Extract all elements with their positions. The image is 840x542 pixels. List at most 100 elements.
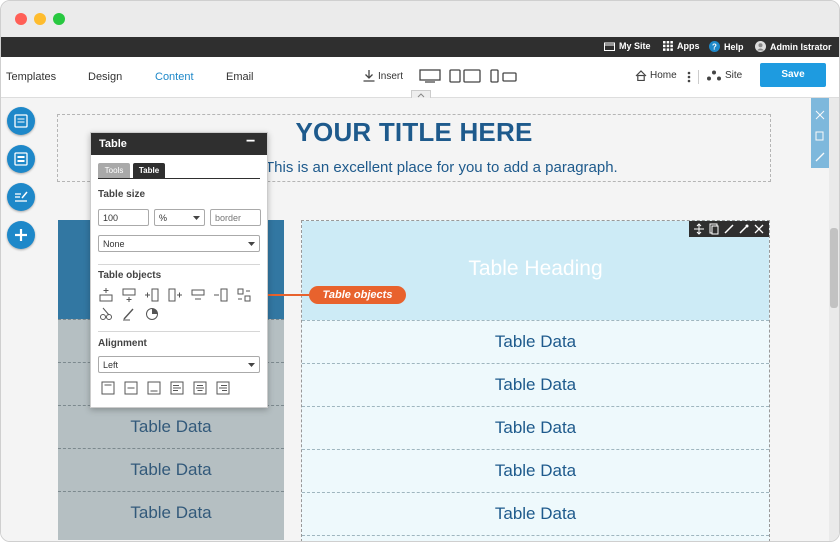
site-menu[interactable]: Site [707, 70, 742, 81]
calendar-icon [604, 42, 615, 51]
tab-templates[interactable]: Templates [6, 71, 56, 83]
svg-text:?: ? [712, 43, 717, 52]
panel-collapse-button[interactable]: − [246, 133, 255, 151]
scrollbar-thumb[interactable] [830, 228, 838, 308]
section-controls [811, 98, 829, 168]
copy-icon[interactable] [815, 131, 825, 141]
help-label: Help [724, 41, 744, 52]
pages-button[interactable] [7, 145, 35, 173]
magic-wand-icon[interactable] [738, 223, 750, 235]
align-center-icon[interactable] [193, 381, 207, 395]
insert-row-above-icon[interactable] [99, 288, 113, 302]
sitemap-icon [707, 70, 721, 81]
edit-icon[interactable] [815, 152, 825, 162]
table-right: Table Heading Table Data Table Data Tabl… [301, 220, 770, 541]
unit-value: % [159, 213, 168, 223]
app-window: My Site Apps ? Help Admin Istrator Templ… [0, 0, 840, 542]
align-top-icon[interactable] [101, 381, 115, 395]
chevron-down-icon [248, 363, 255, 367]
home-label: Home [650, 70, 677, 81]
maximize-window-button[interactable] [53, 13, 65, 25]
table-cell[interactable] [302, 535, 769, 541]
table-properties-panel: Table − Tools Table Table size 100 % bor… [90, 132, 268, 408]
delete-column-icon[interactable] [214, 288, 228, 302]
table-size-label: Table size [98, 189, 146, 200]
insert-column-right-icon[interactable] [168, 288, 182, 302]
edit-content-button[interactable] [7, 183, 35, 211]
site-label: Site [725, 70, 743, 81]
edit-list-icon [15, 191, 28, 202]
pages-icon [14, 152, 28, 166]
divider [98, 331, 260, 332]
insert-column-left-icon[interactable] [145, 288, 159, 302]
copy-icon[interactable] [708, 223, 720, 235]
save-button[interactable]: Save [760, 63, 826, 87]
apps-label: Apps [677, 41, 700, 51]
divider [98, 264, 260, 265]
table-toolbar [689, 221, 769, 237]
layout-icon [14, 114, 28, 128]
close-window-button[interactable] [15, 13, 27, 25]
table-cell[interactable]: Table Data [302, 406, 769, 449]
table-cell[interactable]: Table Data [302, 449, 769, 492]
align-left-icon[interactable] [170, 381, 184, 395]
user-menu[interactable]: Admin Istrator [755, 41, 832, 52]
my-site-label: My Site [619, 41, 651, 51]
home-icon [635, 70, 647, 81]
home-page-select[interactable]: Home [635, 70, 677, 81]
table-cell[interactable]: Table Data [302, 363, 769, 406]
layout-button[interactable] [7, 107, 35, 135]
move-icon[interactable] [693, 223, 705, 235]
edit-icon[interactable] [723, 223, 735, 235]
close-icon[interactable] [753, 223, 765, 235]
tab-table[interactable]: Table [133, 163, 165, 178]
admin-topbar: My Site Apps ? Help Admin Istrator [1, 37, 839, 57]
minimize-window-button[interactable] [34, 13, 46, 25]
download-icon [363, 70, 375, 82]
apps-grid-icon [663, 41, 673, 51]
border-style-value: None [103, 239, 125, 249]
chevron-down-icon [193, 216, 200, 220]
my-site-link[interactable]: My Site [604, 41, 651, 51]
table-objects-callout: Table objects [309, 286, 406, 304]
align-middle-icon[interactable] [124, 381, 138, 395]
table-cell[interactable]: Table Data [302, 492, 769, 535]
table-cell[interactable]: Table Data [302, 320, 769, 363]
editor-navbar: Templates Design Content Email Insert Ho… [1, 57, 839, 99]
tab-design[interactable]: Design [88, 71, 122, 83]
tab-tools[interactable]: Tools [98, 163, 130, 178]
align-right-icon[interactable] [216, 381, 230, 395]
help-link[interactable]: ? Help [709, 41, 744, 52]
window-titlebar [1, 1, 839, 37]
cell-style-icon[interactable] [122, 307, 136, 321]
border-input[interactable]: border [210, 209, 261, 226]
cell-color-icon[interactable] [145, 307, 159, 321]
more-vertical-icon[interactable] [687, 71, 691, 83]
alignment-value: Left [103, 360, 119, 370]
border-style-select[interactable]: None [98, 235, 260, 252]
avatar [755, 41, 766, 52]
plus-icon [15, 229, 27, 241]
insert-row-below-icon[interactable] [122, 288, 136, 302]
add-element-button[interactable] [7, 221, 35, 249]
tablet-view-icon[interactable] [449, 69, 483, 83]
delete-row-icon[interactable] [191, 288, 205, 302]
split-cells-icon[interactable] [237, 288, 251, 302]
insert-button[interactable]: Insert [363, 70, 403, 82]
alignment-select[interactable]: Left [98, 356, 260, 373]
table-width-input[interactable]: 100 [98, 209, 149, 226]
close-icon[interactable] [815, 110, 825, 120]
merge-cells-icon[interactable] [99, 307, 113, 321]
tab-content[interactable]: Content [155, 71, 194, 83]
alignment-label: Alignment [98, 338, 147, 349]
desktop-view-icon[interactable] [419, 69, 441, 83]
tab-email[interactable]: Email [226, 71, 254, 83]
vertical-scrollbar[interactable] [829, 98, 839, 541]
table-unit-select[interactable]: % [154, 209, 205, 226]
table-objects-label: Table objects [98, 270, 162, 281]
align-bottom-icon[interactable] [147, 381, 161, 395]
insert-label: Insert [378, 70, 404, 82]
mobile-view-icon[interactable] [490, 69, 518, 83]
tab-underline [98, 178, 260, 179]
apps-link[interactable]: Apps [663, 41, 700, 51]
